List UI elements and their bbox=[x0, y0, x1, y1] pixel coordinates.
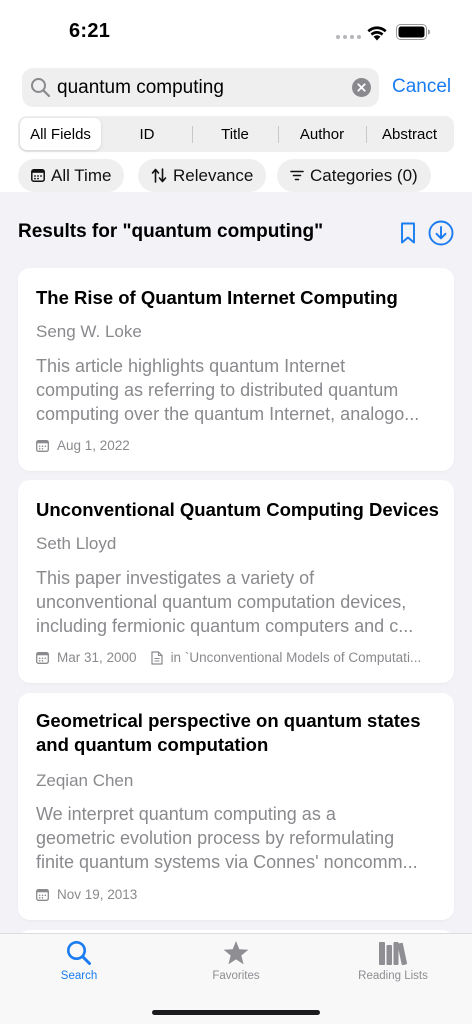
download-icon[interactable] bbox=[428, 220, 454, 246]
cellular-signal-icon bbox=[336, 35, 361, 39]
calendar-icon bbox=[36, 888, 49, 901]
abstract-line: This paper investigates a variety of bbox=[36, 568, 315, 588]
abstract-line: This article highlights quantum Internet bbox=[36, 356, 346, 376]
calendar-icon bbox=[36, 651, 49, 664]
wifi-icon bbox=[367, 26, 387, 41]
status-time: 6:21 bbox=[69, 20, 111, 42]
result-author: Seth Lloyd bbox=[36, 534, 117, 553]
result-meta: Aug 1, 2022 bbox=[36, 438, 440, 453]
result-title: The Rise of Quantum Internet Computing bbox=[36, 287, 398, 308]
field-all-fields[interactable]: All Fields bbox=[20, 118, 101, 150]
categories-chip[interactable]: Categories (0) bbox=[277, 159, 431, 192]
time-filter-chip[interactable]: All Time bbox=[18, 159, 125, 192]
bookmark-icon[interactable] bbox=[398, 221, 418, 245]
abstract-line: including fermionic quantum computers an… bbox=[36, 616, 414, 636]
result-card[interactable]: Geometrical perspective on quantum state… bbox=[18, 693, 454, 920]
tab-favorites[interactable]: Favorites bbox=[157, 934, 315, 994]
tab-label: Search bbox=[60, 970, 98, 982]
field-title[interactable]: Title bbox=[194, 118, 276, 150]
search-icon bbox=[31, 78, 51, 98]
sort-label: Relevance bbox=[173, 165, 254, 185]
abstract-line: We interpret quantum computing as a bbox=[36, 804, 336, 824]
abstract-line: computing as referring to distributed qu… bbox=[36, 380, 399, 400]
tab-label: Favorites bbox=[212, 970, 260, 982]
segment-divider bbox=[278, 126, 279, 143]
document-icon bbox=[150, 650, 163, 665]
tab-reading-lists[interactable]: Reading Lists bbox=[314, 934, 472, 994]
result-title: Unconventional Quantum Computing Devices bbox=[36, 499, 439, 520]
result-abstract: We interpret quantum computing as a geom… bbox=[36, 802, 441, 874]
abstract-line: finite quantum systems via Connes' nonco… bbox=[36, 852, 418, 872]
home-indicator bbox=[152, 1010, 320, 1015]
result-card[interactable]: Unconventional Quantum Computing Devices… bbox=[18, 480, 454, 683]
field-author[interactable]: Author bbox=[280, 118, 364, 150]
clear-search-icon[interactable] bbox=[352, 78, 371, 97]
result-meta: Mar 31, 2000 in `Unconventional Models o… bbox=[36, 650, 440, 665]
cancel-button[interactable]: Cancel bbox=[392, 76, 451, 98]
calendar-icon bbox=[31, 169, 45, 182]
battery-icon bbox=[396, 24, 430, 40]
search-input[interactable] bbox=[57, 68, 337, 107]
result-card[interactable]: The Rise of Quantum Internet Computing S… bbox=[18, 268, 454, 471]
search-bar[interactable] bbox=[22, 68, 379, 107]
tab-search[interactable]: Search bbox=[0, 934, 158, 994]
books-icon bbox=[379, 942, 408, 966]
abstract-line: geometric evolution process by reformula… bbox=[36, 828, 395, 848]
result-abstract: This article highlights quantum Internet… bbox=[36, 354, 441, 426]
result-title: Geometrical perspective on quantum state… bbox=[36, 710, 421, 755]
result-meta: Nov 19, 2013 bbox=[36, 887, 440, 902]
filter-lines-icon bbox=[290, 170, 304, 181]
abstract-line: unconventional quantum computation devic… bbox=[36, 592, 407, 612]
calendar-icon bbox=[36, 439, 49, 452]
result-author: Zeqian Chen bbox=[36, 771, 134, 790]
result-date: Aug 1, 2022 bbox=[57, 438, 130, 453]
search-field-selector: All Fields ID Title Author Abstract bbox=[18, 116, 454, 152]
result-abstract: This paper investigates a variety of unc… bbox=[36, 566, 441, 638]
result-date: Mar 31, 2000 bbox=[57, 650, 137, 665]
result-venue: in `Unconventional Models of Computati..… bbox=[170, 650, 422, 665]
result-date: Nov 19, 2013 bbox=[57, 887, 138, 902]
result-author: Seng W. Loke bbox=[36, 322, 142, 341]
tab-label: Reading Lists bbox=[358, 970, 428, 982]
time-filter-label: All Time bbox=[51, 165, 112, 185]
search-icon bbox=[67, 941, 91, 965]
abstract-line: computing over the quantum Internet, ana… bbox=[36, 404, 420, 424]
sort-chip[interactable]: Relevance bbox=[138, 159, 267, 192]
categories-label: Categories (0) bbox=[310, 165, 418, 185]
results-heading: Results for "quantum computing" bbox=[18, 221, 324, 242]
star-icon bbox=[223, 941, 249, 965]
field-id[interactable]: ID bbox=[104, 118, 190, 150]
segment-divider bbox=[192, 126, 193, 143]
sort-arrows-icon bbox=[151, 168, 167, 183]
field-abstract[interactable]: Abstract bbox=[367, 118, 452, 150]
